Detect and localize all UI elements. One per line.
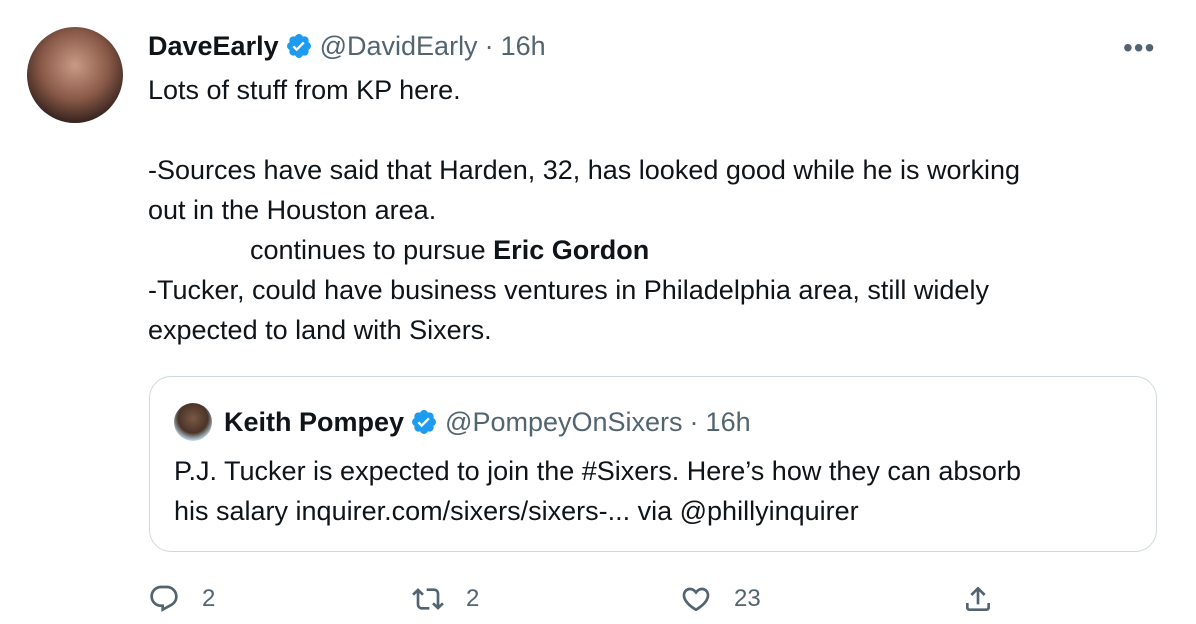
reply-button[interactable]: 2 [148, 578, 215, 620]
tweet-line: -Sources have said that Harden, 32, has … [148, 155, 1021, 185]
quoted-tweet-text: P.J. Tucker is expected to join the #Six… [174, 451, 1134, 531]
bold-name: Eric Gordon [493, 235, 650, 265]
more-options-icon[interactable]: ••• [1123, 32, 1155, 64]
quoted-author-handle[interactable]: @PompeyOnSixers [445, 407, 683, 438]
retweet-count: 2 [466, 585, 480, 612]
verified-badge-icon [412, 410, 437, 434]
author-handle[interactable]: @DavidEarly [320, 31, 478, 62]
reply-icon [150, 585, 178, 612]
verified-badge-icon [286, 34, 311, 58]
retweet-icon [412, 588, 444, 610]
tweet-timestamp[interactable]: 16h [501, 31, 546, 62]
tweet-text: Lots of stuff from KP here. -Sources hav… [148, 70, 1148, 350]
quoted-author-avatar[interactable] [174, 403, 212, 441]
retweet-button[interactable]: 2 [412, 578, 479, 620]
quoted-timestamp[interactable]: 16h [706, 407, 751, 438]
tweet-line: continues to pursue Eric Gordon [148, 230, 1148, 270]
author-avatar[interactable] [27, 27, 123, 123]
like-button[interactable]: 23 [680, 578, 761, 620]
quoted-header-separator: · [689, 406, 699, 437]
quoted-tweet-header: Keith Pompey @PompeyOnSixers · 16h [224, 403, 751, 441]
tweet-actions: 2 2 23 [148, 578, 1188, 620]
tweet-line-text: continues to pursue [250, 235, 494, 265]
line-break [148, 110, 1148, 150]
quoted-tweet[interactable]: Keith Pompey @PompeyOnSixers · 16h P.J. … [149, 376, 1157, 552]
like-count: 23 [734, 585, 761, 612]
reply-count: 2 [202, 585, 216, 612]
tweet-line: out in the Houston area. [148, 195, 437, 225]
share-button[interactable] [962, 578, 994, 620]
quoted-line: P.J. Tucker is expected to join the #Six… [174, 456, 1021, 486]
tweet-card[interactable]: DaveEarly @DavidEarly · 16h ••• Lots of … [0, 0, 1196, 624]
heart-icon [682, 587, 710, 612]
header-separator: · [484, 30, 494, 61]
tweet-line: expected to land with Sixers. [148, 315, 492, 345]
tweet-line: Lots of stuff from KP here. [148, 75, 461, 105]
quoted-author-name[interactable]: Keith Pompey [224, 407, 404, 438]
tweet-line: -Tucker, could have business ventures in… [148, 275, 989, 305]
share-icon [966, 586, 990, 611]
tweet-header: DaveEarly @DavidEarly · 16h [148, 28, 546, 64]
quoted-line: his salary inquirer.com/sixers/sixers-..… [174, 496, 859, 526]
author-name[interactable]: DaveEarly [148, 31, 279, 62]
